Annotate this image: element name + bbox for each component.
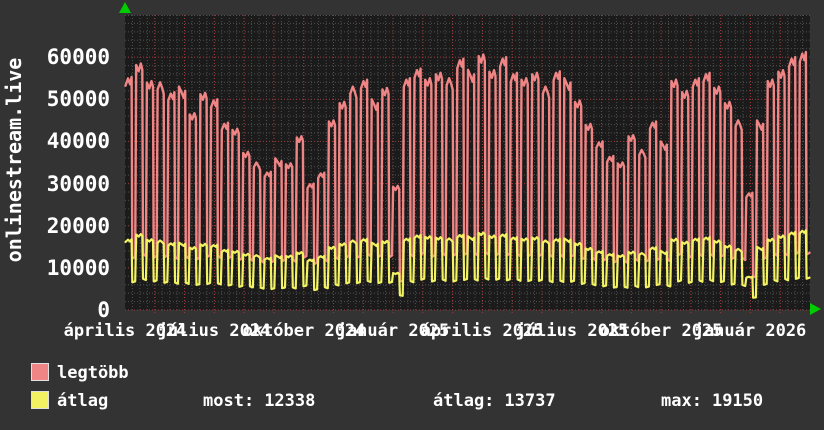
stat-max: max: 19150 [661, 390, 763, 412]
y-axis-arrow-icon [119, 2, 131, 13]
stat-atlag-label: átlag: [433, 391, 494, 411]
page: { "title_vertical": "onlinestream.live",… [0, 0, 824, 430]
y-axis-label: 0 [97, 297, 110, 323]
y-axis-label: 60000 [47, 44, 110, 70]
stat-atlag-value: 13737 [504, 391, 555, 411]
legend-swatch-atlag [31, 391, 49, 409]
stat-max-value: 19150 [712, 391, 763, 411]
x-axis-label: január 2026 [694, 321, 807, 341]
y-axis-label: 30000 [47, 171, 110, 197]
legend-swatch-legtobb [31, 363, 49, 381]
legend-label-legtobb: legtöbb [57, 362, 129, 384]
legend-label-atlag: átlag [57, 390, 108, 412]
chart-canvas [125, 15, 810, 315]
stat-most: most: 12338 [203, 390, 315, 412]
x-axis-arrow-icon [810, 303, 821, 315]
stat-most-label: most: [203, 391, 254, 411]
plot-area [125, 15, 810, 310]
stat-max-label: max: [661, 391, 702, 411]
y-axis-label: 50000 [47, 86, 110, 112]
y-axis-label: 10000 [47, 255, 110, 281]
stat-most-value: 12338 [264, 391, 315, 411]
stat-atlag: átlag: 13737 [433, 390, 556, 412]
y-axis-label: 20000 [47, 213, 110, 239]
y-axis-label: 40000 [47, 128, 110, 154]
graph-title-vertical: onlinestream.live [2, 58, 26, 263]
